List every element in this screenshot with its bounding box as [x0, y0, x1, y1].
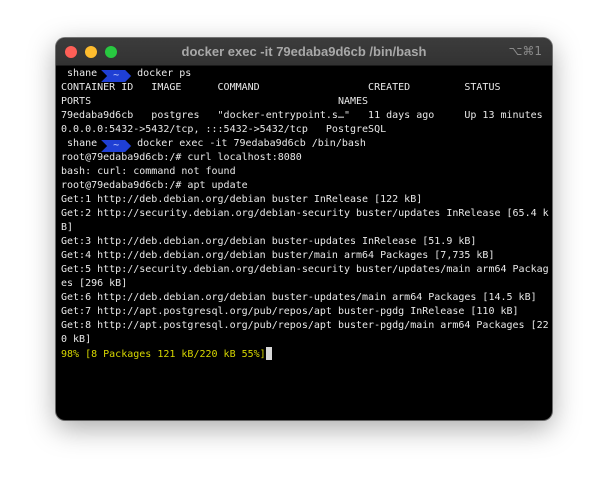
prompt-dir-segment: ~	[101, 140, 132, 152]
window-title: docker exec -it 79edaba9d6cb /bin/bash	[181, 44, 427, 59]
output-line: Get:2 http://security.debian.org/debian-…	[61, 208, 549, 219]
output-line: Get:5 http://security.debian.org/debian-…	[61, 264, 549, 275]
prompt-line: shane ~ docker ps	[61, 67, 552, 82]
output-line: Get:1 http://deb.debian.org/debian buste…	[61, 194, 423, 205]
output-line: Get:8 http://apt.postgresql.org/pub/repo…	[61, 320, 549, 331]
prompt-dir-segment: ~	[101, 70, 132, 82]
output-line: Get:3 http://deb.debian.org/debian buste…	[61, 236, 477, 247]
terminal-content[interactable]: shane ~ docker ps CONTAINER ID IMAGE COMMA…	[61, 67, 552, 361]
progress-text: 98% [8 Packages 121 kB/220 kB 55%]	[61, 349, 266, 360]
window-shortcut: ⌥⌘1	[508, 44, 542, 58]
output-line: PORTS NAMES	[61, 96, 369, 107]
command: docker ps	[137, 68, 192, 79]
command: docker exec -it 79edaba9d6cb /bin/bash	[137, 138, 366, 149]
output-line: B]	[61, 222, 74, 233]
output-line: bash: curl: command not found	[61, 166, 236, 177]
cursor	[265, 347, 272, 360]
prompt-user: shane	[67, 138, 98, 149]
output-line: 79edaba9d6cb postgres "docker-entrypoint…	[61, 110, 543, 121]
output-line: Get:6 http://deb.debian.org/debian buste…	[61, 292, 537, 303]
progress-line: 98% [8 Packages 121 kB/220 kB 55%]	[61, 347, 552, 361]
prompt-line: shane ~ docker exec -it 79edaba9d6cb /bin/…	[61, 137, 552, 152]
output-line: CONTAINER ID IMAGE COMMAND CREATED STATU…	[61, 82, 501, 93]
output-line: Get:4 http://deb.debian.org/debian buste…	[61, 250, 495, 261]
output-line: 0.0.0.0:5432->5432/tcp, :::5432->5432/tc…	[61, 124, 387, 135]
output-line: root@79edaba9d6cb:/# apt update	[61, 180, 248, 191]
output-line: 0 kB]	[61, 334, 92, 345]
output-line: root@79edaba9d6cb:/# curl localhost:8080	[61, 152, 302, 163]
prompt-user: shane	[67, 68, 98, 79]
terminal-window: docker exec -it 79edaba9d6cb /bin/bash ⌥…	[56, 38, 552, 420]
output-line: Get:7 http://apt.postgresql.org/pub/repo…	[61, 306, 519, 317]
output-line: es [296 kB]	[61, 278, 128, 289]
title-bar: docker exec -it 79edaba9d6cb /bin/bash ⌥…	[56, 38, 552, 66]
